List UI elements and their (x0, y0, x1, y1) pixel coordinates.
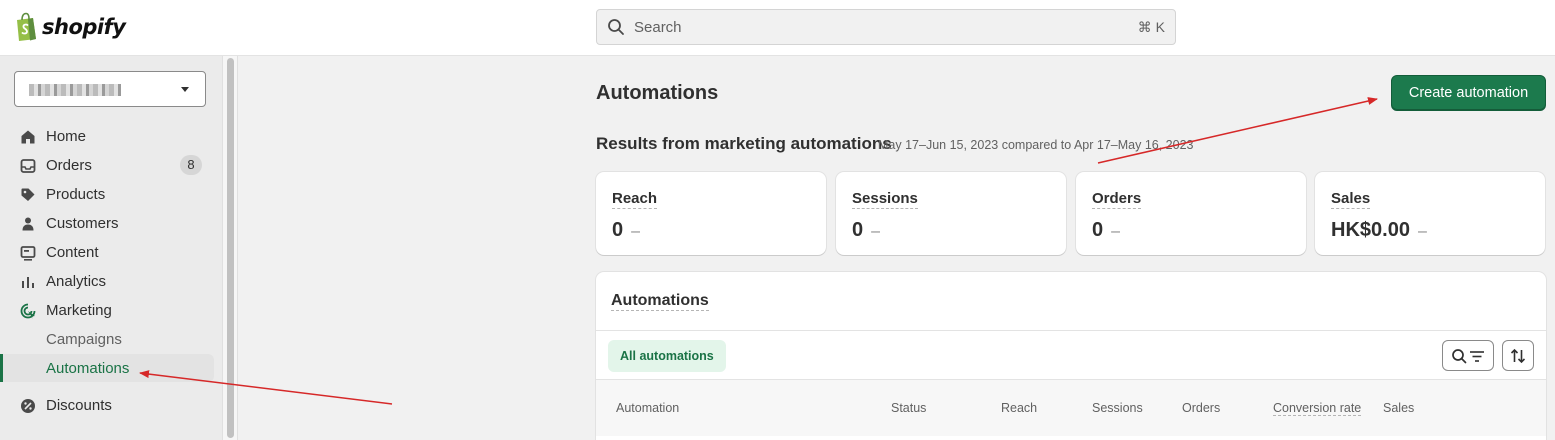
sidebar-item-label: Content (46, 244, 99, 261)
sidebar-item-orders[interactable]: Orders 8 (0, 151, 214, 179)
metric-number: HK$0.00 (1331, 219, 1410, 241)
metric-change: – (1111, 223, 1121, 240)
sidebar-scrollbar[interactable] (222, 56, 238, 440)
card-title: Automations (611, 292, 709, 311)
metric-label[interactable]: Sessions (852, 190, 918, 209)
divider (596, 330, 1546, 331)
tag-icon (21, 188, 35, 201)
table-header: Automation Status Reach Sessions Orders … (596, 380, 1546, 436)
search-icon (608, 19, 624, 35)
sidebar-item-label: Campaigns (46, 331, 122, 348)
column-header-conversion-rate[interactable]: Conversion rate (1273, 401, 1362, 416)
search-filter-button[interactable] (1442, 340, 1494, 371)
sidebar-item-automations[interactable]: Automations (0, 354, 214, 382)
discount-icon (21, 399, 35, 413)
search-placeholder: Search (634, 18, 682, 36)
metric-card-sessions[interactable]: Sessions 0– (836, 172, 1066, 255)
sidebar-item-discounts[interactable]: Discounts (0, 391, 214, 419)
sidebar-item-customers[interactable]: Customers (0, 209, 214, 237)
metric-value: 0– (852, 219, 880, 242)
sidebar-item-label: Analytics (46, 273, 107, 290)
caret-down-icon (181, 87, 189, 92)
metric-value: HK$0.00– (1331, 219, 1427, 242)
target-icon (20, 303, 36, 319)
tab-all-automations[interactable]: All automations (608, 340, 726, 372)
metric-label[interactable]: Sales (1331, 190, 1371, 209)
column-header-orders: Orders (1182, 401, 1221, 415)
sidebar-item-products[interactable]: Products (0, 180, 214, 208)
column-header-reach: Reach (1001, 401, 1038, 415)
sidebar-item-content[interactable]: Content (0, 238, 214, 266)
metric-label[interactable]: Orders (1092, 190, 1142, 209)
metric-number: 0 (852, 219, 864, 241)
metric-card-sales[interactable]: Sales HK$0.00– (1315, 172, 1545, 255)
brand-name: shopify (42, 15, 126, 39)
annotation-arrow-to-create-button (1097, 97, 1378, 164)
results-title: Results from marketing automations (596, 134, 892, 153)
search-shortcut: ⌘ K (1137, 18, 1165, 35)
store-selector[interactable] (14, 71, 206, 107)
sidebar-item-label: Discounts (46, 397, 112, 414)
sidebar-item-label: Products (46, 186, 106, 203)
column-header-status: Status (891, 401, 927, 415)
metric-card-reach[interactable]: Reach 0– (596, 172, 826, 255)
metric-change: – (1417, 223, 1427, 240)
search-filter-icon (1452, 349, 1484, 364)
sidebar-item-campaigns[interactable]: Campaigns (0, 325, 214, 353)
column-header-automation: Automation (616, 401, 680, 415)
create-automation-button[interactable]: Create automation (1391, 75, 1546, 111)
sidebar-item-label: Automations (46, 360, 130, 377)
shopify-logo[interactable]: shopify (14, 12, 126, 42)
sidebar-item-label: Orders (46, 157, 92, 174)
column-header-sales: Sales (1383, 401, 1415, 415)
scrollbar-thumb[interactable] (227, 58, 234, 438)
content-icon (20, 246, 36, 261)
sidebar-item-marketing[interactable]: Marketing (0, 296, 214, 324)
home-icon (21, 130, 35, 144)
sidebar-item-home[interactable]: Home (0, 122, 214, 150)
metric-value: 0– (1092, 219, 1120, 242)
sidebar-item-label: Home (46, 128, 87, 145)
active-indicator (0, 354, 3, 382)
automations-table-card: Automations All automations Automation S… (596, 272, 1546, 440)
sort-button[interactable] (1502, 340, 1534, 371)
metric-change: – (631, 223, 641, 240)
results-date-range: May 17–Jun 15, 2023 compared to Apr 17–M… (878, 138, 1194, 152)
metric-label[interactable]: Reach (612, 190, 658, 209)
store-name-redacted (29, 84, 121, 96)
orders-count-badge: 8 (180, 155, 202, 175)
page-title: Automations (596, 82, 719, 104)
top-bar: shopify Search ⌘ K (0, 0, 1555, 56)
person-icon (22, 217, 34, 231)
sidebar-item-analytics[interactable]: Analytics (0, 267, 214, 295)
sidebar-item-label: Customers (46, 215, 119, 232)
column-header-sessions: Sessions (1092, 401, 1143, 415)
inbox-icon (20, 159, 36, 173)
sidebar: Home Orders 8 Products Customers Content… (0, 56, 222, 440)
metric-number: 0 (612, 219, 624, 241)
metric-number: 0 (1092, 219, 1104, 241)
metric-value: 0– (612, 219, 640, 242)
search-input[interactable]: Search ⌘ K (596, 9, 1176, 45)
metric-card-orders[interactable]: Orders 0– (1076, 172, 1306, 255)
shopping-bag-icon (17, 12, 36, 41)
sidebar-item-label: Marketing (46, 302, 112, 319)
bar-chart-icon (22, 277, 34, 288)
sort-icon (1510, 348, 1526, 364)
metric-change: – (871, 223, 881, 240)
